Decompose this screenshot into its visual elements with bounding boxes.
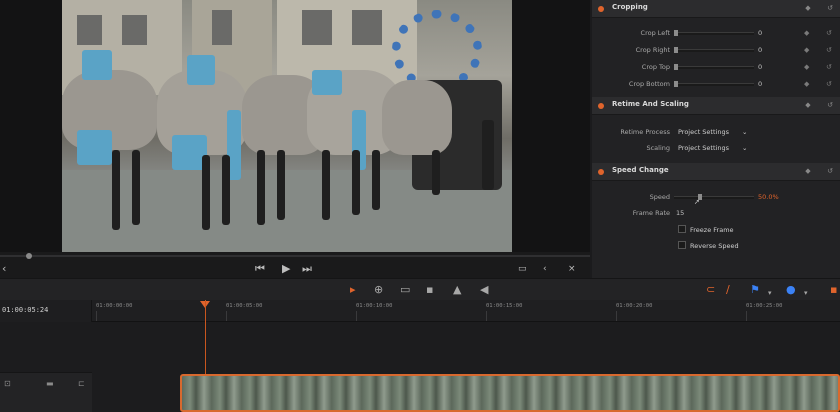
overwrite-clip-icon[interactable]: ▲ [453, 283, 461, 297]
flag-icon[interactable]: ⚑ [750, 283, 760, 297]
retime-process-select[interactable]: Project Settings [678, 128, 729, 136]
crop-row-slider-knob[interactable] [674, 47, 678, 53]
step-forward-button[interactable]: ⏭ [302, 262, 312, 276]
viewer-options-icon[interactable]: ‹ [2, 262, 6, 276]
retime-process-label: Retime Process [620, 128, 670, 136]
ruler-tick-mark [486, 311, 487, 321]
ruler-tick-label: 01:00:00:00 [96, 303, 133, 309]
scrub-handle[interactable] [26, 253, 32, 259]
crop-row-reset-icon[interactable]: ↺ [826, 63, 832, 71]
crop-row-slider[interactable] [674, 30, 754, 36]
trim-tool-icon[interactable]: ⊕ [374, 283, 383, 297]
mouse-cursor-icon: ➚ [694, 198, 700, 206]
scaling-select[interactable]: Project Settings [678, 144, 729, 152]
speed-enable-dot[interactable] [598, 169, 604, 175]
scaling-label: Scaling [646, 144, 670, 152]
retime-process-chevron-icon[interactable]: ⌄ [742, 128, 747, 136]
crop-row-value[interactable]: 0 [758, 46, 762, 54]
timeline-toolbar: ▸ ⊕ ▭ ▪ ▲ ◀ ⊂ ∕ ⚑ ▾ ● ▾ ▪ [0, 278, 840, 300]
ruler-tick-mark [356, 311, 357, 321]
freeze-frame-checkbox[interactable]: Freeze Frame [678, 225, 734, 234]
crop-row-slider-knob[interactable] [674, 64, 678, 70]
ruler-tick-mark [746, 311, 747, 321]
timecode-value: 01:00:05:24 [2, 306, 49, 314]
linked-selection-icon[interactable]: ∕ [726, 283, 730, 297]
crop-row-slider[interactable] [674, 47, 754, 53]
crop-row-keyframe-icon[interactable]: ◆ [804, 63, 809, 71]
track-lock-icon[interactable]: ⊡ [4, 379, 11, 388]
video-clip[interactable] [180, 374, 840, 412]
marker-icon[interactable]: ● [786, 283, 796, 297]
ruler-tick-label: 01:00:05:00 [226, 303, 263, 309]
cropping-reset-icon[interactable]: ◆ [804, 4, 812, 12]
scaling-chevron-icon[interactable]: ⌄ [742, 144, 747, 152]
speed-section-header[interactable]: Speed Change ◆ ↺ [592, 163, 840, 181]
crop-row-label: Crop Top [641, 63, 670, 71]
frame-rate-label: Frame Rate [632, 209, 670, 217]
zoom-icon[interactable]: ▪ [830, 283, 837, 297]
retime-section-header[interactable]: Retime And Scaling ◆ ↺ [592, 97, 840, 115]
timecode-display: 01:00:05:24 [0, 300, 92, 322]
viewer-fit-icon[interactable]: ▭ [518, 262, 527, 276]
speed-reset-icon[interactable]: ↺ [826, 167, 834, 175]
track-visibility-icon[interactable]: ▬ [46, 379, 54, 388]
crop-row-keyframe-icon[interactable]: ◆ [804, 80, 809, 88]
retime-enable-dot[interactable] [598, 103, 604, 109]
speed-title: Speed Change [612, 166, 669, 174]
crop-row-value[interactable]: 0 [758, 80, 762, 88]
crop-row-reset-icon[interactable]: ↺ [826, 29, 832, 37]
ruler-tick-mark [226, 311, 227, 321]
speed-label: Speed [649, 193, 670, 201]
viewer-prev-icon[interactable]: ‹ [543, 262, 547, 276]
retime-keyframe-icon[interactable]: ◆ [804, 101, 812, 109]
speed-value[interactable]: 50.0% [758, 193, 779, 201]
blade-tool-icon[interactable]: ▭ [400, 283, 410, 297]
viewer-panel: ‹ ⏮ ▶ ⏭ ▭ ‹ × [0, 0, 590, 278]
reverse-speed-checkbox[interactable]: Reverse Speed [678, 241, 739, 250]
play-button[interactable]: ▶ [282, 262, 290, 276]
ruler-tick-label: 01:00:15:00 [486, 303, 523, 309]
replace-clip-icon[interactable]: ◀ [480, 283, 488, 297]
crop-row-slider[interactable] [674, 64, 754, 70]
snapping-icon[interactable]: ⊂ [706, 283, 715, 297]
marker-chevron-icon[interactable]: ▾ [804, 286, 808, 300]
ruler-tick-label: 01:00:25:00 [746, 303, 783, 309]
video-track-header: ⊡ ▬ ⊏ [0, 372, 92, 412]
cropping-collapse-icon[interactable]: ↺ [826, 4, 834, 12]
crop-row-slider[interactable] [674, 81, 754, 87]
crop-row-label: Crop Left [640, 29, 670, 37]
selection-tool-icon[interactable]: ▸ [350, 283, 356, 297]
crop-row-keyframe-icon[interactable]: ◆ [804, 29, 809, 37]
crop-row-value[interactable]: 0 [758, 63, 762, 71]
crop-row-slider-knob[interactable] [674, 30, 678, 36]
track-options-icon[interactable]: ⊏ [78, 379, 85, 388]
video-frame [62, 0, 512, 252]
step-back-button[interactable]: ⏮ [255, 262, 265, 276]
cropping-enable-dot[interactable] [598, 6, 604, 12]
viewer-scrub-bar[interactable]: ‹ ⏮ ▶ ⏭ ▭ ‹ × [0, 252, 590, 278]
frame-rate-value[interactable]: 15 [676, 209, 684, 217]
retime-title: Retime And Scaling [612, 100, 689, 108]
cropping-title: Cropping [612, 3, 648, 11]
crop-row-label: Crop Right [635, 46, 670, 54]
cropping-section-header[interactable]: Cropping ◆ ↺ [592, 0, 840, 18]
crop-row-label: Crop Bottom [628, 80, 670, 88]
ruler-tick-mark [96, 311, 97, 321]
viewer-close-icon[interactable]: × [568, 262, 576, 276]
crop-row-reset-icon[interactable]: ↺ [826, 80, 832, 88]
crop-row-value[interactable]: 0 [758, 29, 762, 37]
inspector-panel: Cropping ◆ ↺ Retime And Scaling ◆ ↺ Reti… [592, 0, 840, 278]
speed-slider[interactable] [674, 194, 754, 200]
ruler-tick-mark [616, 311, 617, 321]
crop-row-keyframe-icon[interactable]: ◆ [804, 46, 809, 54]
retime-reset-icon[interactable]: ↺ [826, 101, 834, 109]
ruler-tick-label: 01:00:10:00 [356, 303, 393, 309]
flag-chevron-icon[interactable]: ▾ [768, 286, 772, 300]
crop-row-slider-knob[interactable] [674, 81, 678, 87]
speed-keyframe-icon[interactable]: ◆ [804, 167, 812, 175]
insert-clip-icon[interactable]: ▪ [426, 283, 433, 297]
app-root: ‹ ⏮ ▶ ⏭ ▭ ‹ × Cropping ◆ ↺ Retime And Sc… [0, 0, 840, 412]
crop-row-reset-icon[interactable]: ↺ [826, 46, 832, 54]
ruler-tick-label: 01:00:20:00 [616, 303, 653, 309]
